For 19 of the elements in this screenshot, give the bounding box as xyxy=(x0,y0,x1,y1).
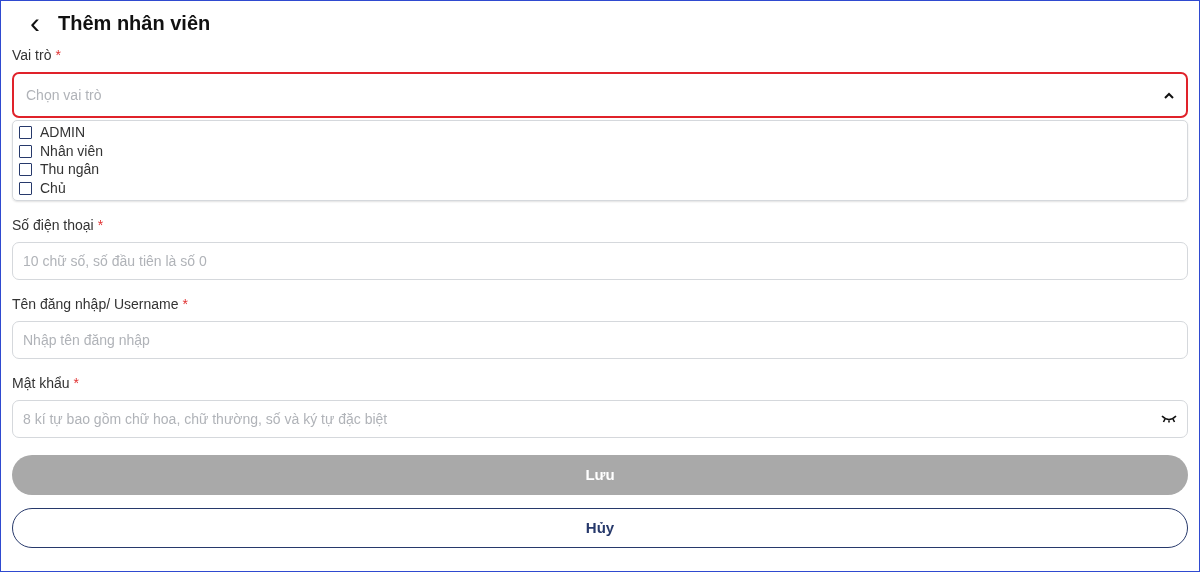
back-button[interactable]: ‹ xyxy=(26,8,44,38)
field-label: Tên đăng nhập/ Username xyxy=(12,295,179,312)
field-label: Mật khẩu xyxy=(12,374,70,391)
field-label: Vai trò xyxy=(12,47,52,63)
required-mark: * xyxy=(182,295,188,312)
checkbox[interactable] xyxy=(19,125,32,139)
required-mark: * xyxy=(55,47,61,63)
checkbox[interactable] xyxy=(19,163,32,177)
checkbox[interactable] xyxy=(19,181,32,195)
page-title: Thêm nhân viên xyxy=(58,11,211,36)
checkbox[interactable] xyxy=(19,144,32,158)
field-label: Số điện thoại xyxy=(12,216,94,233)
option-label[interactable]: Nhân viên xyxy=(40,140,104,162)
required-mark: * xyxy=(73,374,80,391)
cancel-button[interactable]: Hủy xyxy=(12,507,1188,548)
required-mark: * xyxy=(97,216,104,233)
chevron-up-icon xyxy=(1164,91,1174,99)
option-label[interactable]: ADMIN xyxy=(40,121,86,143)
closed-eye-icon[interactable] xyxy=(1161,414,1177,424)
